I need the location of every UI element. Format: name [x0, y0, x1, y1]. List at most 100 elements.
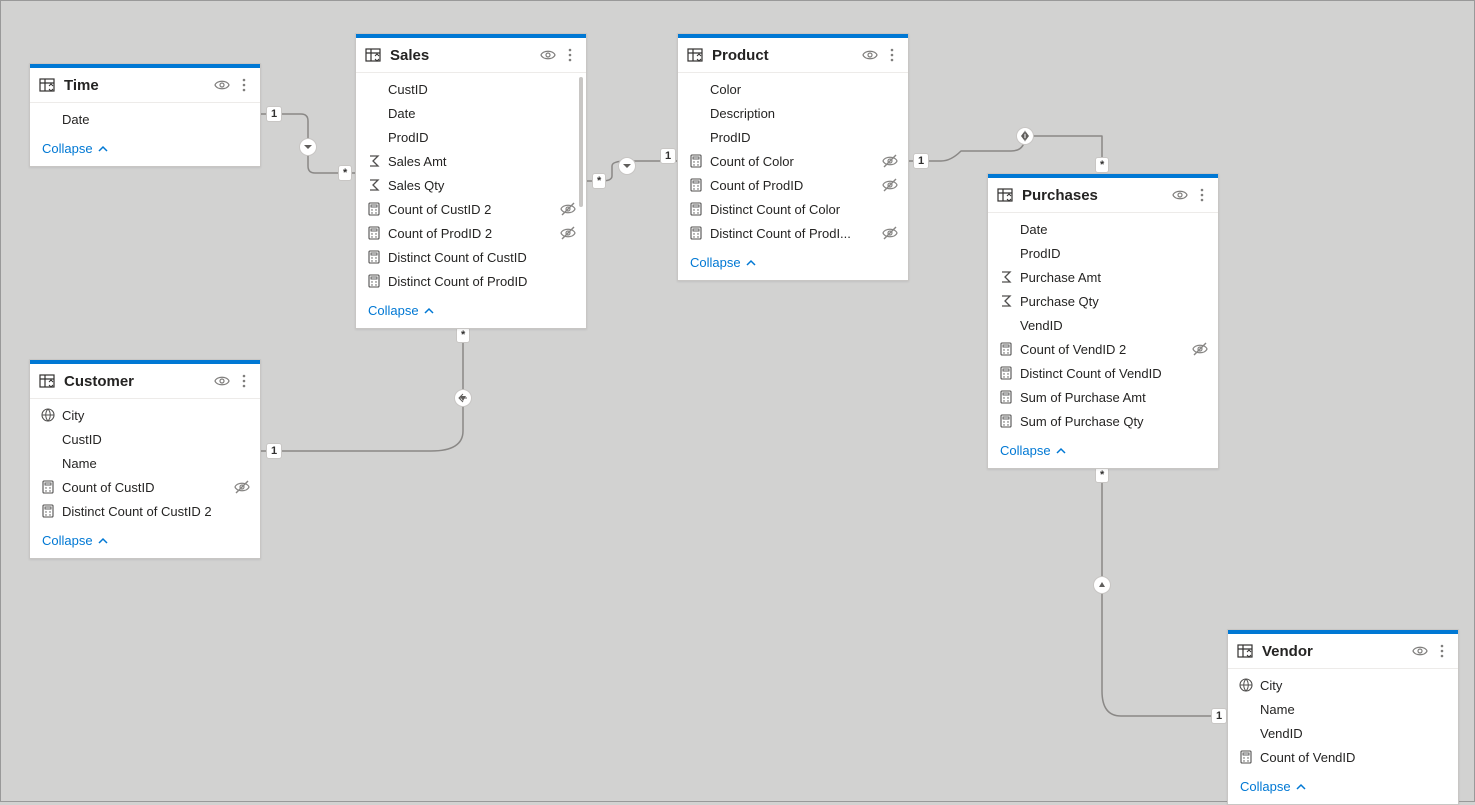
collapse-label: Collapse	[368, 303, 419, 318]
table-title: Customer	[64, 373, 208, 390]
more-options-icon[interactable]	[236, 373, 252, 389]
field-row[interactable]: VendID	[1228, 721, 1458, 745]
collapse-label: Collapse	[1240, 779, 1291, 794]
visibility-icon[interactable]	[540, 47, 556, 63]
field-row[interactable]: Distinct Count of CustID	[356, 245, 586, 269]
collapse-button[interactable]: Collapse	[988, 437, 1218, 468]
collapse-button[interactable]: Collapse	[678, 249, 908, 280]
table-sales[interactable]: Sales CustIDDate ProdID Sales Amt Sales Qty C…	[355, 33, 587, 329]
visibility-icon[interactable]	[214, 77, 230, 93]
table-icon	[364, 46, 382, 64]
table-title: Time	[64, 77, 208, 94]
table-header[interactable]: Time	[30, 68, 260, 103]
field-row[interactable]: Sales Amt	[356, 149, 586, 173]
field-row[interactable]: CustID	[30, 427, 260, 451]
table-customer[interactable]: Customer CityCustIDNameCount of CustIDDis…	[29, 359, 261, 559]
field-row[interactable]: CustID	[356, 77, 586, 101]
field-label: Date	[1020, 222, 1208, 237]
table-header[interactable]: Customer	[30, 364, 260, 399]
field-row[interactable]: Sales Qty	[356, 173, 586, 197]
table-product[interactable]: Product ColorDescriptionProdIDCount of Co…	[677, 33, 909, 281]
scrollbar[interactable]	[579, 77, 583, 207]
field-row[interactable]: City	[30, 403, 260, 427]
calculator-icon	[998, 389, 1014, 405]
table-purchases[interactable]: Purchases Date ProdIDPurchase AmtPurchase …	[987, 173, 1219, 469]
field-row[interactable]: VendID	[988, 313, 1218, 337]
table-time[interactable]: Time Date Collapse	[29, 63, 261, 167]
field-row[interactable]: Purchase Amt	[988, 265, 1218, 289]
visibility-icon[interactable]	[1412, 643, 1428, 659]
more-options-icon[interactable]	[1194, 187, 1210, 203]
field-row[interactable]: Name	[1228, 697, 1458, 721]
collapse-button[interactable]: Collapse	[356, 297, 586, 328]
calculator-icon	[688, 201, 704, 217]
calculator-icon	[1238, 749, 1254, 765]
table-vendor[interactable]: Vendor City NameVendIDCount of VendID Colla…	[1227, 629, 1459, 805]
calculator-icon	[998, 365, 1014, 381]
calculator-icon	[40, 503, 56, 519]
field-row[interactable]: ProdID	[356, 125, 586, 149]
table-icon	[1236, 642, 1254, 660]
table-header[interactable]: Sales	[356, 38, 586, 73]
field-row[interactable]: Count of ProdID	[678, 173, 908, 197]
field-row[interactable]: Date	[30, 107, 260, 131]
field-row[interactable]: Distinct Count of ProdI...	[678, 221, 908, 245]
calculator-icon	[998, 341, 1014, 357]
collapse-label: Collapse	[42, 141, 93, 156]
chevron-up-icon	[423, 305, 435, 317]
chevron-up-icon	[1055, 445, 1067, 457]
field-row[interactable]: Count of ProdID 2	[356, 221, 586, 245]
more-options-icon[interactable]	[1434, 643, 1450, 659]
field-row[interactable]: Date	[988, 217, 1218, 241]
visibility-icon[interactable]	[1172, 187, 1188, 203]
collapse-button[interactable]: Collapse	[30, 527, 260, 558]
field-row[interactable]: Color	[678, 77, 908, 101]
field-label: Count of ProdID 2	[388, 226, 554, 241]
field-row[interactable]: Sum of Purchase Amt	[988, 385, 1218, 409]
field-label: Sales Qty	[388, 178, 576, 193]
field-row[interactable]: ProdID	[678, 125, 908, 149]
hidden-icon	[882, 225, 898, 241]
field-label: ProdID	[388, 130, 576, 145]
table-title: Vendor	[1262, 643, 1406, 660]
field-label: Distinct Count of VendID	[1020, 366, 1208, 381]
calculator-icon	[366, 249, 382, 265]
table-header[interactable]: Vendor	[1228, 634, 1458, 669]
field-row[interactable]: Date	[356, 101, 586, 125]
field-label: Distinct Count of Color	[710, 202, 898, 217]
table-title: Product	[712, 47, 856, 64]
hidden-icon	[882, 177, 898, 193]
visibility-icon[interactable]	[214, 373, 230, 389]
field-row[interactable]: Name	[30, 451, 260, 475]
field-row[interactable]: Sum of Purchase Qty	[988, 409, 1218, 433]
field-row[interactable]: Purchase Qty	[988, 289, 1218, 313]
more-options-icon[interactable]	[236, 77, 252, 93]
globe-icon	[1238, 677, 1254, 693]
field-row[interactable]: Count of CustID	[30, 475, 260, 499]
calculator-icon	[366, 273, 382, 289]
field-row[interactable]: Distinct Count of Color	[678, 197, 908, 221]
collapse-button[interactable]: Collapse	[1228, 773, 1458, 804]
more-options-icon[interactable]	[562, 47, 578, 63]
calculator-icon	[688, 225, 704, 241]
table-header[interactable]: Product	[678, 38, 908, 73]
field-row[interactable]: Count of VendID 2	[988, 337, 1218, 361]
table-header[interactable]: Purchases	[988, 178, 1218, 213]
collapse-button[interactable]: Collapse	[30, 135, 260, 166]
field-row[interactable]: Count of Color	[678, 149, 908, 173]
field-row[interactable]: Distinct Count of ProdID	[356, 269, 586, 293]
field-label: City	[1260, 678, 1448, 693]
globe-icon	[40, 407, 56, 423]
visibility-icon[interactable]	[862, 47, 878, 63]
field-label: Count of ProdID	[710, 178, 876, 193]
field-row[interactable]: Description	[678, 101, 908, 125]
field-row[interactable]: Distinct Count of VendID	[988, 361, 1218, 385]
field-list: Date ProdIDPurchase AmtPurchase QtyVendID…	[988, 213, 1218, 437]
field-row[interactable]: Distinct Count of CustID 2	[30, 499, 260, 523]
field-row[interactable]: Count of VendID	[1228, 745, 1458, 769]
field-row[interactable]: ProdID	[988, 241, 1218, 265]
hidden-icon	[1192, 341, 1208, 357]
more-options-icon[interactable]	[884, 47, 900, 63]
field-row[interactable]: City	[1228, 673, 1458, 697]
field-row[interactable]: Count of CustID 2	[356, 197, 586, 221]
